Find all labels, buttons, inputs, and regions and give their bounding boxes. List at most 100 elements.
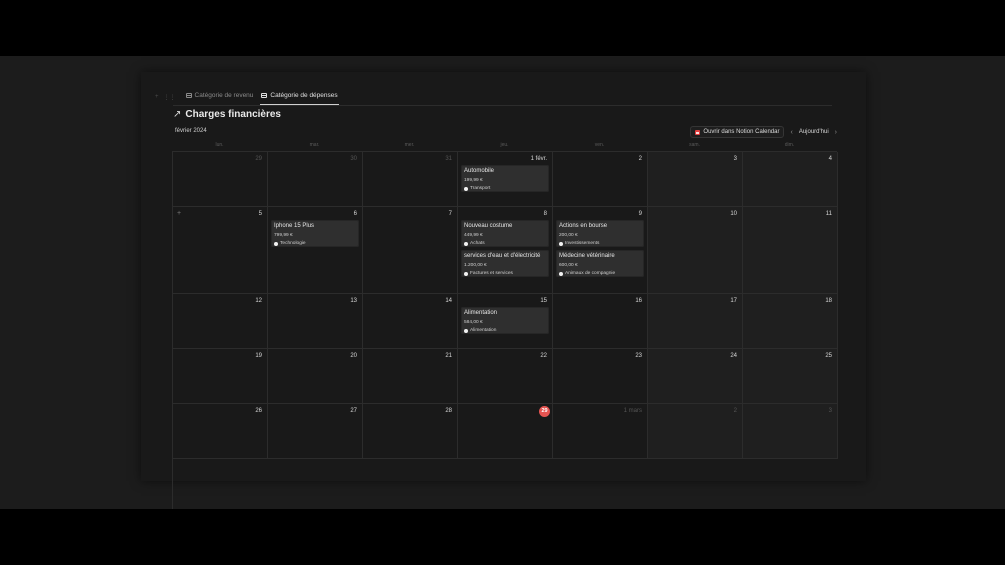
calendar-day-cell[interactable]: 8 Nouveau costume 449,99 € Achats services d… — [458, 207, 553, 294]
day-number: 31 — [445, 156, 452, 162]
tab-gutter: + ⋮⋮ — [155, 94, 176, 101]
calendar-day-cell[interactable]: 17 — [648, 294, 743, 349]
event-card[interactable]: Médecine vétérinaire 600,00 € Animaux de c… — [556, 250, 644, 277]
next-month-button[interactable]: › — [835, 129, 837, 136]
calendar-day-cell[interactable]: 24 — [648, 349, 743, 404]
open-in-notion-calendar-button[interactable]: Ouvrir dans Notion Calendar — [690, 126, 785, 138]
calendar-day-cell[interactable]: +5 — [173, 207, 268, 294]
calendar-day-cell[interactable]: 2 — [553, 152, 648, 207]
calendar-day-cell[interactable]: 19 — [173, 349, 268, 404]
tab-expense-category[interactable]: Catégorie de dépenses — [260, 92, 339, 105]
calendar-day-cell[interactable]: 7 — [363, 207, 458, 294]
event-title: Automobile — [464, 168, 495, 174]
notion-calendar-icon — [695, 129, 701, 135]
calendar-day-cell[interactable]: 16 — [553, 294, 648, 349]
weekday-label: mer. — [404, 142, 415, 148]
day-number: 17 — [730, 298, 737, 304]
calendar-day-cell[interactable]: 3 — [648, 152, 743, 207]
event-title: Alimentation — [464, 310, 498, 316]
tab-label: Catégorie de dépenses — [270, 92, 338, 99]
calendar-view-icon — [185, 93, 192, 98]
add-tab-icon[interactable]: + — [155, 94, 159, 101]
event-list: Actions en bourse 200,00 € Investissements… — [556, 220, 644, 277]
calendar-day-cell[interactable]: 11 — [743, 207, 838, 294]
event-list: Automobile 199,99 € Transport — [461, 165, 549, 192]
category-label: Technologie — [280, 241, 306, 246]
event-card[interactable]: services d'eau et d'électricité 1.200,00 … — [461, 250, 549, 277]
category-dot-icon — [559, 272, 563, 276]
calendar-day-cell[interactable]: 18 — [743, 294, 838, 349]
category-label: Factures et services — [470, 271, 513, 276]
add-event-icon[interactable]: + — [177, 210, 181, 217]
day-number: 20 — [350, 353, 357, 359]
calendar-day-cell[interactable]: 1 févr. Automobile 199,99 € Transport — [458, 152, 553, 207]
event-card[interactable]: Automobile 199,99 € Transport — [461, 165, 549, 192]
day-number: 3 — [828, 408, 832, 414]
day-number: 27 — [350, 408, 357, 414]
calendar-day-cell[interactable]: 22 — [458, 349, 553, 404]
today-day-number: 29 — [539, 406, 550, 417]
calendar-view-icon — [261, 93, 268, 98]
event-amount: 600,00 € — [559, 263, 578, 268]
calendar-day-cell[interactable]: 14 — [363, 294, 458, 349]
calendar-day-cell[interactable]: 1 mars — [553, 404, 648, 459]
weekday-label: lun. — [215, 142, 224, 148]
event-title: Actions en bourse — [559, 223, 608, 229]
letterbox-bottom — [0, 509, 1005, 565]
day-number: 12 — [255, 298, 262, 304]
category-label: Animaux de compagnie — [565, 271, 616, 276]
event-title: services d'eau et d'électricité — [464, 253, 541, 259]
calendar-day-cell[interactable]: 23 — [553, 349, 648, 404]
calendar-day-cell[interactable]: 9 Actions en bourse 200,00 € Investissement… — [553, 207, 648, 294]
day-number: 7 — [448, 211, 452, 217]
page-title[interactable]: ↗ Charges financières — [173, 109, 281, 120]
calendar-day-cell[interactable]: 30 — [268, 152, 363, 207]
day-number: 18 — [825, 298, 832, 304]
event-card[interactable]: Alimentation 584,00 € Alimentation — [461, 307, 549, 334]
event-amount: 799,99 € — [274, 233, 293, 238]
day-number: 9 — [638, 211, 642, 217]
calendar-day-cell[interactable]: 28 — [363, 404, 458, 459]
calendar-day-cell[interactable]: 31 — [363, 152, 458, 207]
event-title: Iphone 15 Plus — [274, 223, 315, 229]
today-button[interactable]: Aujourd'hui — [799, 129, 829, 135]
calendar-toolbar: Ouvrir dans Notion Calendar ‹ Aujourd'hu… — [690, 126, 837, 138]
event-category: Achats — [464, 241, 546, 247]
calendar-day-cell[interactable]: 10 — [648, 207, 743, 294]
calendar-day-cell[interactable]: 21 — [363, 349, 458, 404]
day-number: 30 — [350, 156, 357, 162]
calendar-day-cell[interactable]: 3 — [743, 404, 838, 459]
day-number: 11 — [825, 211, 832, 217]
calendar-day-cell[interactable]: 26 — [173, 404, 268, 459]
calendar-day-cell[interactable]: 6 Iphone 15 Plus 799,99 € Technologie — [268, 207, 363, 294]
event-title: Nouveau costume — [464, 223, 513, 229]
calendar-day-cell[interactable]: 29 — [458, 404, 553, 459]
event-amount: 200,00 € — [559, 233, 578, 238]
category-label: Alimentation — [470, 328, 497, 333]
weekday-label: dim. — [784, 142, 795, 148]
calendar-day-cell[interactable]: 25 — [743, 349, 838, 404]
calendar-day-cell[interactable]: 4 — [743, 152, 838, 207]
event-card[interactable]: Nouveau costume 449,99 € Achats — [461, 220, 549, 247]
calendar-day-cell[interactable]: 29 — [173, 152, 268, 207]
day-number: 22 — [540, 353, 547, 359]
calendar-day-cell[interactable]: 20 — [268, 349, 363, 404]
event-amount: 584,00 € — [464, 320, 483, 325]
drag-handle-icon[interactable]: ⋮⋮ — [164, 94, 176, 101]
calendar-day-cell[interactable]: 15 Alimentation 584,00 € Alimentation — [458, 294, 553, 349]
previous-month-button[interactable]: ‹ — [790, 129, 792, 136]
event-card[interactable]: Actions en bourse 200,00 € Investissements — [556, 220, 644, 247]
weekday-header: lun. mar. mer. jeu. ven. sam. dim. — [172, 142, 837, 148]
letterbox-top — [0, 0, 1005, 56]
day-number: 2 — [733, 408, 737, 414]
calendar-day-cell[interactable]: 2 — [648, 404, 743, 459]
calendar-day-cell[interactable]: 12 — [173, 294, 268, 349]
day-number: 28 — [445, 408, 452, 414]
category-dot-icon — [464, 187, 468, 191]
tab-income-category[interactable]: Catégorie de revenu — [185, 92, 253, 102]
calendar-day-cell[interactable]: 13 — [268, 294, 363, 349]
calendar-day-cell[interactable]: 27 — [268, 404, 363, 459]
category-dot-icon — [464, 329, 468, 333]
day-number: 19 — [255, 353, 262, 359]
event-card[interactable]: Iphone 15 Plus 799,99 € Technologie — [271, 220, 359, 247]
